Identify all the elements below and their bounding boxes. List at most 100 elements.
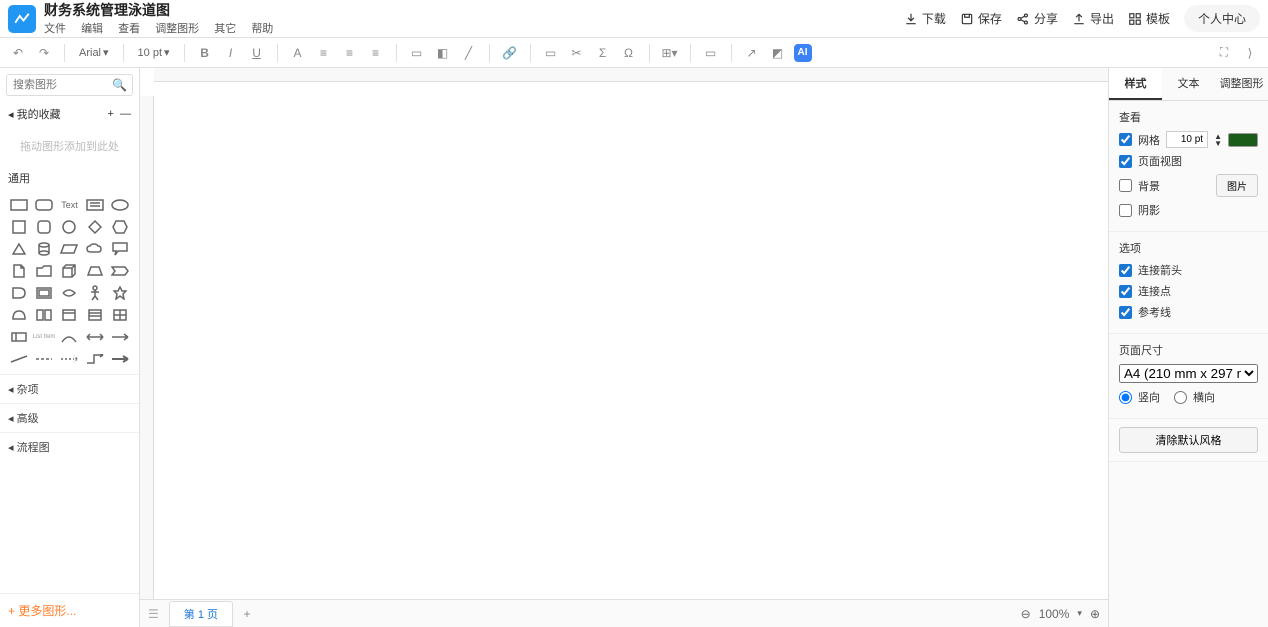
- shape-trapezoid[interactable]: [82, 260, 107, 282]
- panel-tab-adjust[interactable]: 调整图形: [1215, 68, 1268, 100]
- favorites-header[interactable]: ◂ 我的收藏+ —: [0, 102, 139, 126]
- download-button[interactable]: 下载: [904, 10, 946, 27]
- template-button[interactable]: 模板: [1128, 10, 1170, 27]
- user-center-button[interactable]: 个人中心: [1184, 5, 1260, 32]
- shape-parallelogram[interactable]: [57, 238, 82, 260]
- shape-label[interactable]: List Item: [31, 326, 56, 348]
- zoom-in-button[interactable]: ⊕: [1090, 607, 1100, 621]
- symbol-button[interactable]: Ω: [619, 43, 639, 63]
- zoom-out-button[interactable]: ⊖: [1021, 607, 1031, 621]
- pageview-checkbox[interactable]: [1119, 155, 1132, 168]
- shape-rsquare[interactable]: [31, 216, 56, 238]
- shape-biarrow[interactable]: [82, 326, 107, 348]
- shape-and[interactable]: [6, 282, 31, 304]
- orient-landscape-radio[interactable]: [1174, 391, 1187, 404]
- arrange-button[interactable]: ↗: [742, 43, 762, 63]
- menu-adjust[interactable]: 调整图形: [155, 23, 199, 35]
- shape-arrowhead[interactable]: [108, 348, 133, 370]
- font-family-select[interactable]: Arial ▾: [75, 44, 113, 61]
- shape-list[interactable]: [82, 304, 107, 326]
- panel-tab-text[interactable]: 文本: [1162, 68, 1215, 100]
- table-button[interactable]: ⊞▾: [660, 43, 680, 63]
- shape-circle[interactable]: [57, 216, 82, 238]
- align-left-button[interactable]: ≡: [314, 43, 334, 63]
- shape-roundrect[interactable]: [31, 194, 56, 216]
- shape-frame[interactable]: [31, 282, 56, 304]
- fill-button[interactable]: ◧: [433, 43, 453, 63]
- page-tab-1[interactable]: 第 1 页: [169, 601, 233, 627]
- clear-style-button[interactable]: 清除默认风格: [1119, 427, 1258, 453]
- ai-button[interactable]: AI: [794, 44, 812, 62]
- grid-size-input[interactable]: [1166, 131, 1208, 148]
- shape-cloud[interactable]: [82, 238, 107, 260]
- shape-step[interactable]: [108, 260, 133, 282]
- shape-curve[interactable]: [57, 326, 82, 348]
- shape-dashline[interactable]: [31, 348, 56, 370]
- bg-checkbox[interactable]: [1119, 179, 1132, 192]
- style-button[interactable]: ▭: [407, 43, 427, 63]
- shape-ellipse[interactable]: [108, 194, 133, 216]
- point-checkbox[interactable]: [1119, 285, 1132, 298]
- shape-table[interactable]: [108, 304, 133, 326]
- italic-button[interactable]: I: [221, 43, 241, 63]
- more-shapes-button[interactable]: + 更多图形...: [0, 593, 139, 627]
- shape-textbox[interactable]: [82, 194, 107, 216]
- grid-checkbox[interactable]: [1119, 133, 1132, 146]
- shape-arrow[interactable]: [108, 326, 133, 348]
- zoom-level[interactable]: 100%: [1039, 607, 1070, 621]
- shape-halfcircle[interactable]: [6, 304, 31, 326]
- shape-hlist[interactable]: [6, 326, 31, 348]
- shape-diamond[interactable]: [82, 216, 107, 238]
- shape-text[interactable]: Text: [57, 194, 82, 216]
- bold-button[interactable]: B: [195, 43, 215, 63]
- save-button[interactable]: 保存: [960, 10, 1002, 27]
- shape-twobox[interactable]: [31, 304, 56, 326]
- shape-rect[interactable]: [6, 194, 31, 216]
- text-color-button[interactable]: A: [288, 43, 308, 63]
- font-size-select[interactable]: 10 pt ▾: [134, 44, 174, 61]
- export-button[interactable]: 导出: [1072, 10, 1114, 27]
- orient-portrait-radio[interactable]: [1119, 391, 1132, 404]
- shadow-checkbox[interactable]: [1119, 204, 1132, 217]
- grid-stepper-icon[interactable]: ▲▼: [1214, 133, 1222, 147]
- general-section-header[interactable]: 通用: [0, 166, 139, 190]
- collapse-panel-button[interactable]: ⟩: [1240, 43, 1260, 63]
- layer-button[interactable]: ◩: [768, 43, 788, 63]
- shape-star[interactable]: [108, 282, 133, 304]
- app-logo[interactable]: [8, 5, 36, 33]
- shape-window[interactable]: [57, 304, 82, 326]
- arrow-checkbox[interactable]: [1119, 264, 1132, 277]
- shape-hexagon[interactable]: [108, 216, 133, 238]
- shape-or[interactable]: [57, 282, 82, 304]
- shape-actor[interactable]: [82, 282, 107, 304]
- guide-checkbox[interactable]: [1119, 306, 1132, 319]
- shape-doc[interactable]: [6, 260, 31, 282]
- pagesize-select[interactable]: A4 (210 mm x 297 mm): [1119, 364, 1258, 383]
- link-button[interactable]: 🔗: [500, 43, 520, 63]
- menu-other[interactable]: 其它: [214, 23, 236, 35]
- panel-tab-style[interactable]: 样式: [1109, 68, 1162, 100]
- shape-folder[interactable]: [31, 260, 56, 282]
- grid-color-swatch[interactable]: [1228, 133, 1258, 147]
- group-button[interactable]: ▭: [701, 43, 721, 63]
- share-button[interactable]: 分享: [1016, 10, 1058, 27]
- redo-button[interactable]: ↷: [34, 43, 54, 63]
- section-advanced[interactable]: ◂ 高级: [0, 403, 139, 432]
- undo-button[interactable]: ↶: [8, 43, 28, 63]
- menu-help[interactable]: 帮助: [251, 23, 273, 35]
- underline-button[interactable]: U: [247, 43, 267, 63]
- shape-callout[interactable]: [108, 238, 133, 260]
- menu-file[interactable]: 文件: [44, 23, 66, 35]
- formula-button[interactable]: Σ: [593, 43, 613, 63]
- line-button[interactable]: ╱: [459, 43, 479, 63]
- crop-button[interactable]: ✂: [567, 43, 587, 63]
- valign-button[interactable]: ≡: [366, 43, 386, 63]
- bg-image-button[interactable]: 图片: [1216, 174, 1258, 197]
- tabs-menu-icon[interactable]: ☰: [148, 607, 159, 621]
- align-center-button[interactable]: ≡: [340, 43, 360, 63]
- shape-triangle[interactable]: [6, 238, 31, 260]
- shape-cylinder[interactable]: [31, 238, 56, 260]
- fullscreen-button[interactable]: ⛶: [1214, 43, 1234, 63]
- document-title[interactable]: 财务系统管理泳道图: [44, 2, 285, 18]
- shape-dashed2[interactable]: [57, 348, 82, 370]
